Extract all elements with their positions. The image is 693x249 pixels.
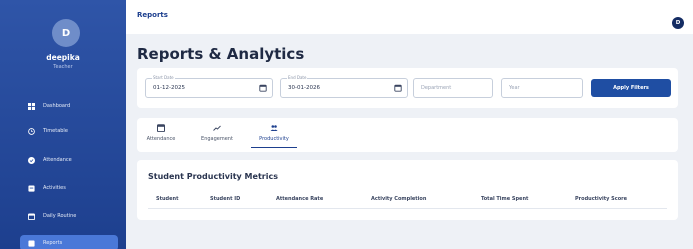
column-header: Productivity Score [575,196,627,202]
apply-filters-button[interactable]: Apply Filters [591,79,671,97]
year-placeholder: Year [509,85,520,91]
sidebar-item-reports[interactable]: Reports [20,235,118,249]
sidebar-item-label: Reports [43,240,63,246]
department-placeholder: Department [421,85,452,91]
reports-icon [28,239,35,247]
calendar-icon[interactable] [394,84,402,92]
tabs-card: Attendance Engagement Productivity [137,118,678,152]
end-date-label: End Date [287,75,308,80]
sidebar-item-label: Daily Routine [43,213,77,219]
sidebar-item-attendance[interactable]: Attendance [28,153,72,167]
start-date-field[interactable]: Start Date 01-12-2025 [145,75,273,98]
user-name: deepika [46,53,80,62]
active-tab-indicator [251,146,297,148]
productivity-table-card: Student Productivity Metrics Student Stu… [137,160,678,220]
calendar-icon [157,124,165,132]
sidebar-item-timetable[interactable]: Timetable [28,124,68,138]
column-header: Activity Completion [371,196,427,202]
table-title: Student Productivity Metrics [148,172,278,181]
calendar-icon [28,212,35,220]
end-date-field[interactable]: End Date 30-01-2026 [280,75,408,98]
clock-icon [28,127,35,135]
people-icon [270,125,278,131]
start-date-label: Start Date [152,75,175,80]
year-field[interactable]: Year [501,78,583,98]
table-divider [148,208,667,209]
tab-productivity[interactable]: Productivity [251,124,297,148]
tab-engagement[interactable]: Engagement [195,124,239,148]
start-date-value: 01-12-2025 [153,85,185,91]
sidebar-item-dashboard[interactable]: Dashboard [28,99,70,113]
tab-label: Engagement [201,136,233,142]
header-avatar[interactable]: D [672,17,684,29]
filter-card: Start Date 01-12-2025 End Date 30-01-202… [137,68,678,108]
column-header: Student ID [210,196,241,202]
end-date-value: 30-01-2026 [288,85,320,91]
calendar-icon[interactable] [259,84,267,92]
column-header: Student [156,196,179,202]
page-title: Reports & Analytics [137,45,305,63]
header-title: Reports [137,11,168,19]
sidebar-item-daily-routine[interactable]: Daily Routine [28,209,76,223]
sidebar-item-label: Timetable [43,128,68,134]
top-bar: Reports D [126,0,693,34]
sidebar-item-label: Attendance [43,157,72,163]
trend-icon [213,125,221,131]
tab-label: Attendance [146,136,176,142]
column-header: Total Time Spent [481,196,529,202]
tab-attendance[interactable]: Attendance [145,124,177,148]
activities-icon [28,184,35,192]
dashboard-icon [28,102,35,110]
column-header: Attendance Rate [276,196,324,202]
check-circle-icon [28,156,35,164]
sidebar-item-activities[interactable]: Activities [28,181,66,195]
sidebar-item-label: Dashboard [43,103,71,109]
department-field[interactable]: Department [413,78,493,98]
sidebar-item-label: Activities [43,185,66,191]
user-avatar[interactable]: D [52,19,80,47]
sidebar: D deepika Teacher Dashboard Timetable At… [0,0,126,249]
user-role: Teacher [53,64,73,70]
tab-label: Productivity [259,136,289,142]
